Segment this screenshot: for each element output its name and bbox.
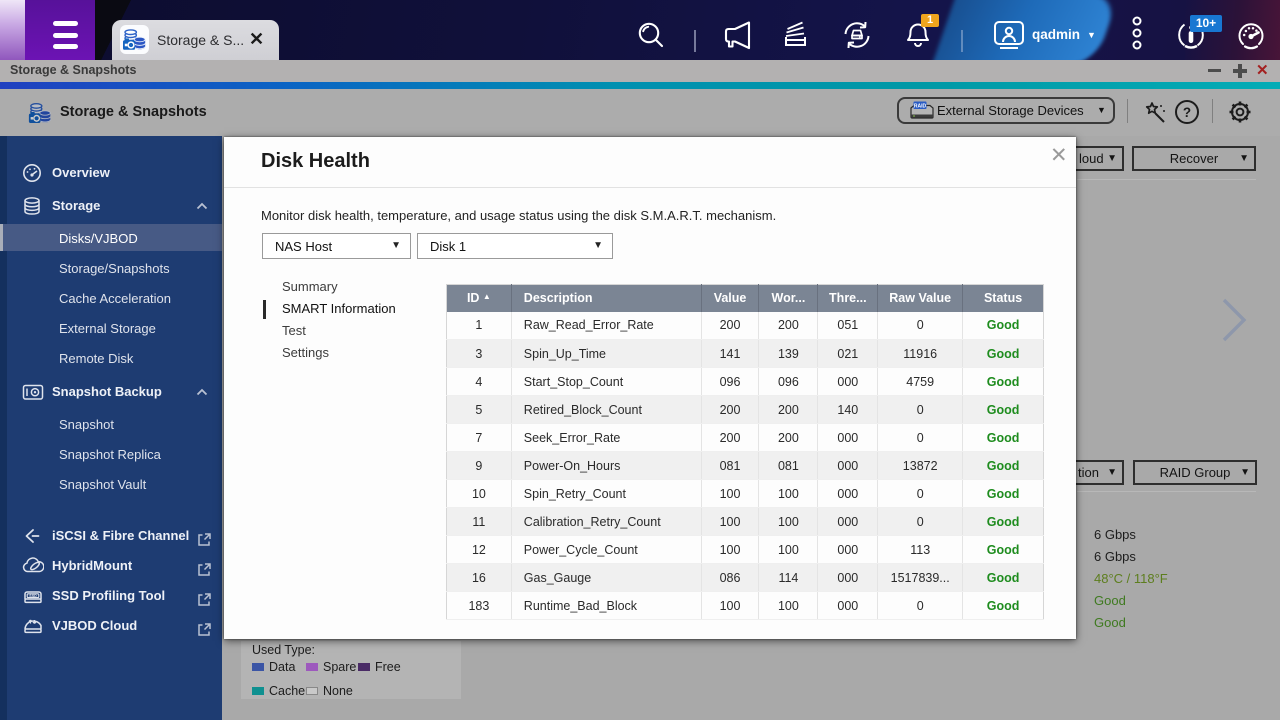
svg-text:SSD: SSD — [29, 594, 37, 598]
svg-text:RAID: RAID — [914, 103, 927, 109]
svg-text:?: ? — [1183, 105, 1191, 120]
